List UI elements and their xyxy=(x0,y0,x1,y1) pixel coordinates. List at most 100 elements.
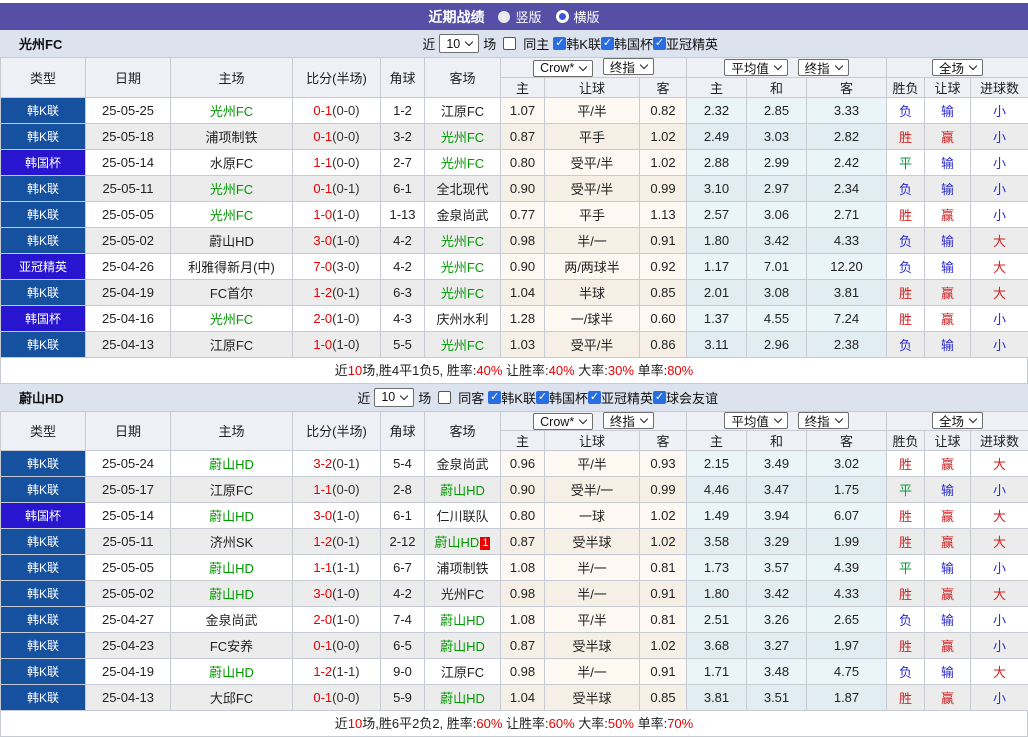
average-odds-cell: 3.10 xyxy=(687,175,747,201)
competition-cell: 韩K联 xyxy=(1,451,86,477)
scope-select[interactable]: 全场 xyxy=(932,59,983,76)
score-cell: 3-0(1-0) xyxy=(293,503,381,529)
away-team: 蔚山HD xyxy=(435,535,480,550)
table-row: 韩K联25-05-18浦项制铁0-1(0-0)3-2光州FC0.87平手1.02… xyxy=(1,123,1028,149)
table-row: 韩K联25-04-13大邱FC0-1(0-0)5-9蔚山HD1.04受半球0.8… xyxy=(1,685,1028,711)
halftime-score: (0-0) xyxy=(332,690,359,705)
corner-cell: 2-7 xyxy=(381,149,425,175)
league-checkbox-checked-icon[interactable] xyxy=(536,391,549,404)
date-cell: 25-05-11 xyxy=(86,529,171,555)
result-cell: 负 xyxy=(887,175,925,201)
corner-cell: 5-4 xyxy=(381,451,425,477)
home-team: 蔚山HD xyxy=(209,587,254,602)
home-team: 江原FC xyxy=(210,338,253,353)
result-cell: 输 xyxy=(925,477,971,503)
away-team-cell: 光州FC xyxy=(425,227,501,253)
recent-count-select[interactable]: 10 xyxy=(374,388,414,407)
col-odds-away: 客 xyxy=(640,77,687,97)
competition-cell: 韩K联 xyxy=(1,201,86,227)
result-cell: 负 xyxy=(887,331,925,357)
result-cell: 胜 xyxy=(887,201,925,227)
col-date: 日期 xyxy=(86,58,171,98)
competition-cell: 韩K联 xyxy=(1,175,86,201)
fulltime-score: 1-2 xyxy=(313,534,332,549)
average-select[interactable]: 平均值 xyxy=(724,412,788,429)
result-cell: 大 xyxy=(971,581,1028,607)
away-team: 蔚山HD xyxy=(440,483,485,498)
radio-vertical-icon xyxy=(498,11,510,23)
odds-stage-select[interactable]: 终指 xyxy=(603,58,654,75)
summary-line: 近10场,胜4平1负5, 胜率:40% 让胜率:40% 大率:30% 单率:80… xyxy=(0,358,1028,384)
corner-cell: 2-12 xyxy=(381,529,425,555)
average-odds-cell: 3.48 xyxy=(747,659,807,685)
league-checkbox-checked-icon[interactable] xyxy=(588,391,601,404)
away-team-cell: 蔚山HD xyxy=(425,633,501,659)
league-checkbox-checked-icon[interactable] xyxy=(653,391,666,404)
odds-cell: 半/一 xyxy=(545,227,640,253)
odds-cell: 1.04 xyxy=(501,279,545,305)
corner-cell: 4-3 xyxy=(381,305,425,331)
league-filter-item: 球会友谊 xyxy=(653,388,718,407)
average-select[interactable]: 平均值 xyxy=(724,59,788,76)
average-odds-cell: 2.71 xyxy=(807,201,887,227)
league-checkbox-checked-icon[interactable] xyxy=(601,37,614,50)
score-cell: 1-0(1-0) xyxy=(293,331,381,357)
home-team-cell: 江原FC xyxy=(171,331,293,357)
radio-horizontal-layout[interactable]: 横版 xyxy=(556,7,600,26)
recent-count-select[interactable]: 10 xyxy=(439,34,479,53)
chevron-down-icon xyxy=(774,415,782,423)
bookmaker-select[interactable]: Crow* xyxy=(533,413,593,430)
col-odds-away: 客 xyxy=(640,431,687,451)
result-cell: 大 xyxy=(971,227,1028,253)
corner-cell: 6-1 xyxy=(381,503,425,529)
score-cell: 1-1(0-0) xyxy=(293,477,381,503)
halftime-score: (1-0) xyxy=(332,233,359,248)
fulltime-score: 0-1 xyxy=(313,103,332,118)
away-team-cell: 光州FC xyxy=(425,253,501,279)
league-checkbox-checked-icon[interactable] xyxy=(488,391,501,404)
competition-cell: 韩国杯 xyxy=(1,305,86,331)
scope-select[interactable]: 全场 xyxy=(932,412,983,429)
result-cell: 小 xyxy=(971,607,1028,633)
near-label: 近 xyxy=(357,388,370,407)
away-team-cell: 浦项制铁 xyxy=(425,555,501,581)
home-team-cell: 蔚山HD xyxy=(171,503,293,529)
bookmaker-select[interactable]: Crow* xyxy=(533,60,593,77)
average-odds-cell: 6.07 xyxy=(807,503,887,529)
average-stage-select[interactable]: 终指 xyxy=(798,412,849,429)
result-cell: 小 xyxy=(971,633,1028,659)
same-venue-label: 同客 xyxy=(458,388,484,407)
filter-row: 近 10 场 同主 韩K联韩国杯亚冠精英 xyxy=(422,30,718,57)
odds-cell: 1.28 xyxy=(501,305,545,331)
league-checkbox-checked-icon[interactable] xyxy=(653,37,666,50)
same-venue-checkbox[interactable] xyxy=(438,391,451,404)
result-cell: 小 xyxy=(971,175,1028,201)
result-cell: 负 xyxy=(887,227,925,253)
halftime-score: (1-0) xyxy=(332,207,359,222)
home-team-cell: 金泉尚武 xyxy=(171,607,293,633)
result-cell: 小 xyxy=(971,685,1028,711)
fulltime-score: 0-1 xyxy=(313,129,332,144)
average-odds-cell: 3.94 xyxy=(747,503,807,529)
same-venue-checkbox[interactable] xyxy=(503,37,516,50)
odds-stage-select[interactable]: 终指 xyxy=(603,412,654,429)
away-team-cell: 光州FC xyxy=(425,149,501,175)
fulltime-score: 2-0 xyxy=(313,311,332,326)
result-cell: 赢 xyxy=(925,685,971,711)
result-cell: 小 xyxy=(971,555,1028,581)
result-cell: 胜 xyxy=(887,279,925,305)
average-odds-cell: 2.57 xyxy=(687,201,747,227)
average-odds-cell: 3.81 xyxy=(687,685,747,711)
result-cell: 小 xyxy=(971,331,1028,357)
title-bar: 近期战绩 竖版 横版 xyxy=(0,3,1028,30)
result-cell: 胜 xyxy=(887,451,925,477)
league-checkbox-checked-icon[interactable] xyxy=(553,37,566,50)
competition-cell: 韩K联 xyxy=(1,227,86,253)
radio-vertical-layout[interactable]: 竖版 xyxy=(498,7,541,26)
score-cell: 2-0(1-0) xyxy=(293,607,381,633)
average-odds-cell: 2.99 xyxy=(747,149,807,175)
away-team-cell: 蔚山HD xyxy=(425,685,501,711)
col-result-handicap: 让球 xyxy=(925,431,971,451)
average-stage-select[interactable]: 终指 xyxy=(798,59,849,76)
away-team-cell: 光州FC xyxy=(425,581,501,607)
